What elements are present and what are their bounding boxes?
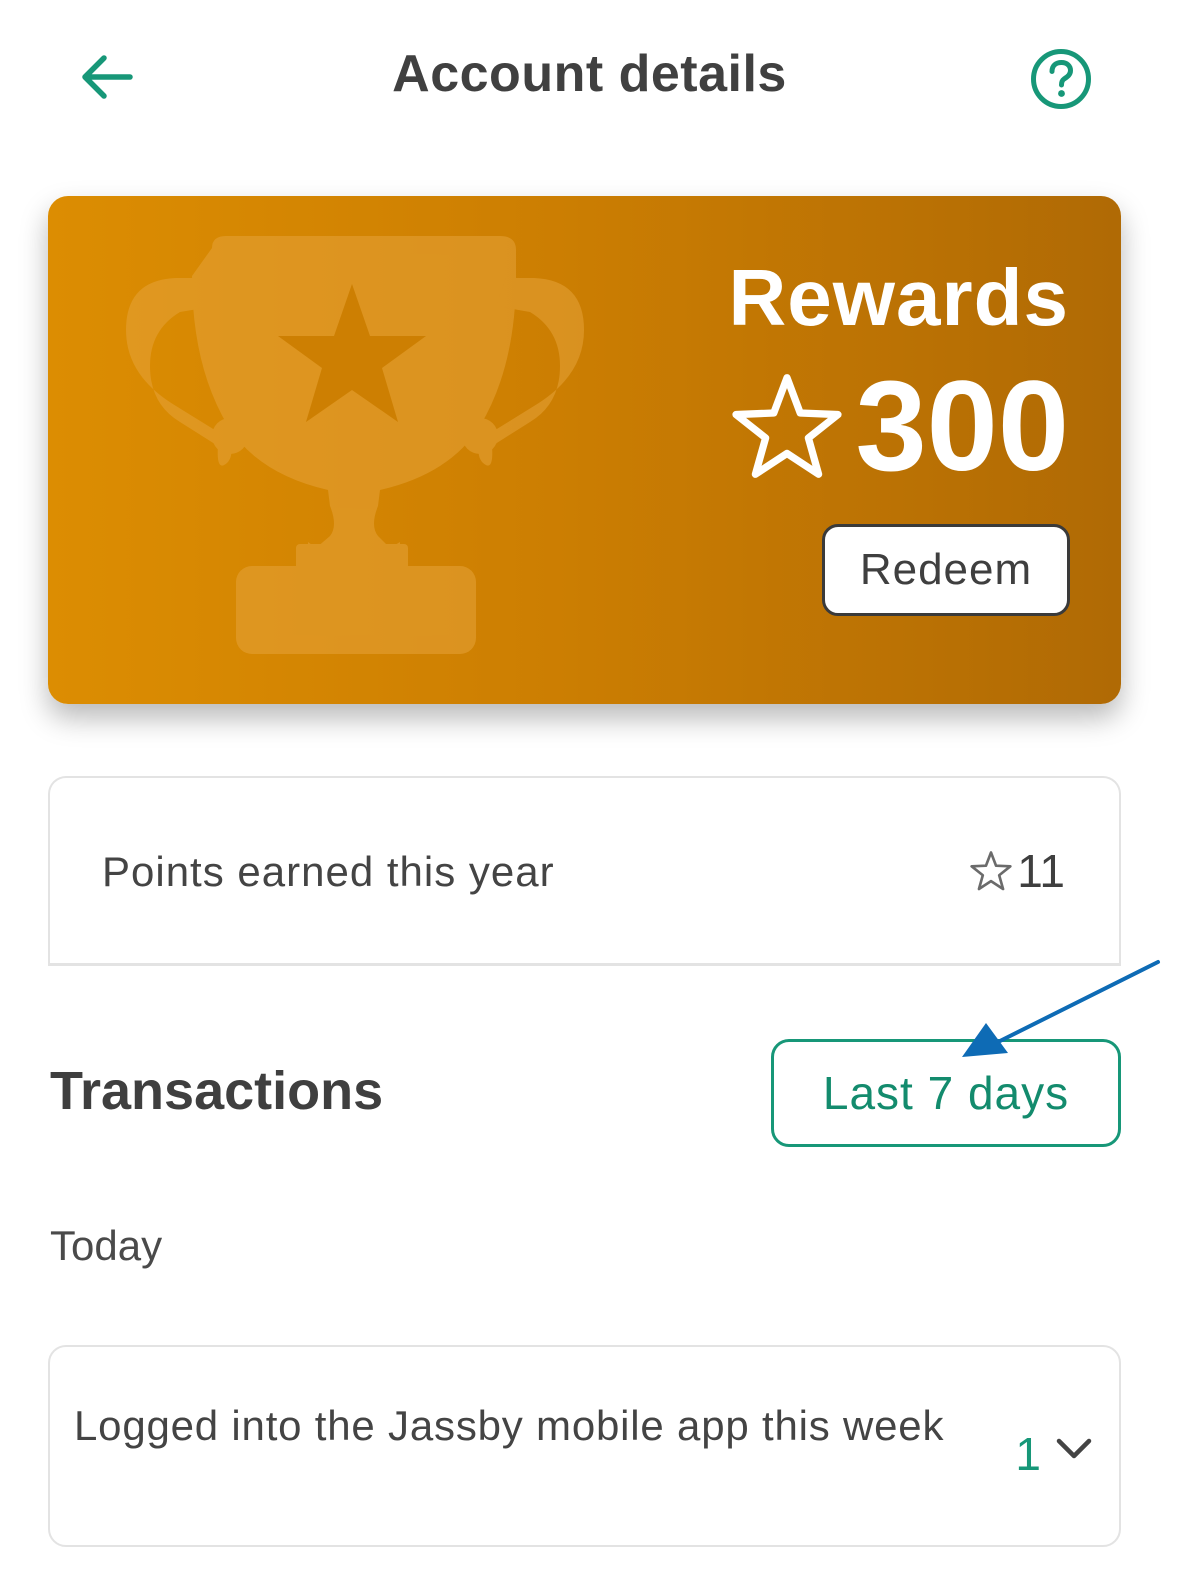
page-title: Account details bbox=[392, 45, 787, 103]
points-earned-card: Points earned this year 11 bbox=[48, 776, 1121, 966]
chevron-down-icon[interactable] bbox=[1055, 1435, 1093, 1463]
transaction-group-label: Today bbox=[50, 1222, 163, 1269]
app-header: Account details bbox=[0, 0, 1179, 155]
redeem-button[interactable]: Redeem bbox=[822, 524, 1070, 616]
points-earned-label: Points earned this year bbox=[102, 848, 555, 895]
transaction-points: 1 bbox=[1015, 1428, 1041, 1480]
rewards-title: Rewards bbox=[728, 253, 1069, 342]
annotation-arrow-icon bbox=[962, 960, 1160, 1057]
rewards-points: 300 bbox=[731, 352, 1069, 502]
question-circle-icon bbox=[1031, 49, 1091, 109]
star-outline-icon bbox=[970, 851, 1012, 891]
rewards-points-value: 300 bbox=[855, 355, 1069, 498]
transaction-row[interactable]: Logged into the Jassby mobile app this w… bbox=[48, 1345, 1121, 1547]
trophy-icon bbox=[126, 236, 584, 654]
transactions-heading: Transactions bbox=[50, 1061, 384, 1121]
points-earned-value-group: 11 bbox=[969, 844, 1065, 898]
transaction-description: Logged into the Jassby mobile app this w… bbox=[74, 1402, 945, 1449]
help-button[interactable] bbox=[1026, 44, 1096, 114]
points-earned-value: 11 bbox=[1017, 845, 1065, 897]
star-outline-icon bbox=[732, 374, 843, 478]
rewards-card: Rewards 300 Redeem bbox=[48, 196, 1121, 704]
